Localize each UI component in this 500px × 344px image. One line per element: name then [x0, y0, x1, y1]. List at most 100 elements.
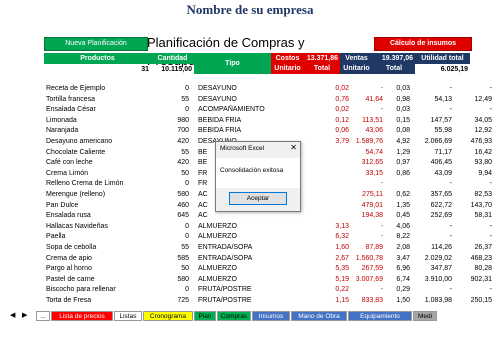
sale-unit-cell[interactable]: 4,92 — [385, 137, 412, 148]
profit-total-cell[interactable]: 58,31 — [454, 211, 494, 222]
profit-total-cell[interactable]: 143,70 — [454, 201, 494, 212]
product-name-cell[interactable]: Café con leche — [44, 158, 151, 169]
quantity-cell[interactable]: 420 — [151, 137, 193, 148]
cost-total-cell[interactable]: 267,59 — [351, 264, 385, 275]
quantity-cell[interactable]: 585 — [151, 254, 193, 265]
product-name-cell[interactable]: Relleno Crema de Limón — [44, 179, 151, 190]
quantity-cell[interactable]: 460 — [151, 201, 193, 212]
product-name-cell[interactable]: Torta de Fresa — [44, 296, 151, 307]
profit-total-cell[interactable]: 82,53 — [454, 190, 494, 201]
quantity-cell[interactable]: 0 — [151, 232, 193, 243]
cost-unit-cell[interactable] — [318, 148, 351, 159]
table-row[interactable]: Limonada 980 BEBIDA FRIA 0,12 113,51 0,15 147,… — [44, 116, 492, 127]
cost-total-cell[interactable]: - — [351, 179, 385, 190]
cost-unit-cell[interactable]: 3,79 — [318, 137, 351, 148]
profit-total-cell[interactable]: - — [454, 232, 494, 243]
cost-unit-cell[interactable]: 1,15 — [318, 296, 351, 307]
sale-unit-cell[interactable]: 3,47 — [385, 254, 412, 265]
sheet-tab[interactable]: Plan — [194, 311, 216, 321]
profit-total-cell[interactable]: - — [454, 84, 494, 95]
sale-unit-cell[interactable]: 0,29 — [385, 285, 412, 296]
quantity-cell[interactable]: 50 — [151, 169, 193, 180]
cost-unit-cell[interactable]: 2,67 — [318, 254, 351, 265]
type-cell[interactable]: BEBIDA FRIA — [196, 116, 265, 127]
sale-total-cell[interactable]: - — [412, 285, 454, 296]
sheet-tab[interactable]: ... — [36, 311, 50, 321]
table-row[interactable]: Sopa de cebolla 55 ENTRADA/SOPA 1,60 87,89 2,… — [44, 243, 492, 254]
product-name-cell[interactable]: Biscocho para rellenar — [44, 285, 151, 296]
cost-unit-cell[interactable]: 5,35 — [318, 264, 351, 275]
sale-total-cell[interactable]: 55,98 — [412, 126, 454, 137]
cost-total-cell[interactable]: 1.560,78 — [351, 254, 385, 265]
type-cell[interactable]: AC — [196, 211, 265, 222]
type-cell[interactable]: BEBIDA FRIA — [196, 126, 265, 137]
cost-unit-cell[interactable]: 0,22 — [318, 285, 351, 296]
sale-total-cell[interactable]: - — [412, 105, 454, 116]
product-name-cell[interactable]: Paella — [44, 232, 151, 243]
cost-total-cell[interactable]: - — [351, 222, 385, 233]
cost-total-cell[interactable]: 87,89 — [351, 243, 385, 254]
cost-total-cell[interactable]: 833,83 — [351, 296, 385, 307]
sale-total-cell[interactable]: 406,45 — [412, 158, 454, 169]
sheet-tab[interactable]: Mano de Obra — [291, 311, 347, 321]
sale-total-cell[interactable]: 54,13 — [412, 95, 454, 106]
cost-total-cell[interactable]: 3.007,69 — [351, 275, 385, 286]
product-name-cell[interactable]: Limonada — [44, 116, 151, 127]
sheet-tab[interactable]: Medi — [413, 311, 437, 321]
quantity-cell[interactable]: 0 — [151, 84, 193, 95]
product-name-cell[interactable]: Ensalada César — [44, 105, 151, 116]
sale-unit-cell[interactable]: 0,45 — [385, 211, 412, 222]
profit-total-cell[interactable]: 34,05 — [454, 116, 494, 127]
sale-unit-cell[interactable]: 6,96 — [385, 264, 412, 275]
sale-total-cell[interactable]: - — [412, 232, 454, 243]
cost-unit-cell[interactable] — [318, 211, 351, 222]
sale-total-cell[interactable]: 2.029,02 — [412, 254, 454, 265]
table-row[interactable]: Pastel de carne 580 ALMUERZO 5,19 3.007,69 6,… — [44, 275, 492, 286]
profit-total-cell[interactable]: 12,92 — [454, 126, 494, 137]
sale-unit-cell[interactable] — [385, 179, 412, 190]
cost-unit-cell[interactable] — [318, 179, 351, 190]
sale-unit-cell[interactable]: 6,74 — [385, 275, 412, 286]
table-row[interactable]: Pargo al horno 50 ALMUERZO 5,35 267,59 6,96 34… — [44, 264, 492, 275]
product-name-cell[interactable]: Sopa de cebolla — [44, 243, 151, 254]
profit-total-cell[interactable]: - — [454, 222, 494, 233]
product-name-cell[interactable]: Hallacas Navideñas — [44, 222, 151, 233]
quantity-cell[interactable]: 580 — [151, 275, 193, 286]
cost-unit-cell[interactable]: 1,60 — [318, 243, 351, 254]
quantity-cell[interactable]: 580 — [151, 190, 193, 201]
accept-button[interactable]: Aceptar — [229, 192, 287, 205]
sale-unit-cell[interactable]: 0,62 — [385, 190, 412, 201]
sale-unit-cell[interactable]: 0,86 — [385, 169, 412, 180]
product-name-cell[interactable]: Ensalada rusa — [44, 211, 151, 222]
sale-unit-cell[interactable]: 0,03 — [385, 105, 412, 116]
quantity-cell[interactable]: 725 — [151, 296, 193, 307]
sheet-tab[interactable]: Insumos — [252, 311, 290, 321]
quantity-cell[interactable]: 0 — [151, 105, 193, 116]
profit-total-cell[interactable]: 9,94 — [454, 169, 494, 180]
type-cell[interactable]: FRUTA/POSTRE — [196, 296, 265, 307]
sale-unit-cell[interactable]: 8,22 — [385, 232, 412, 243]
cost-unit-cell[interactable]: 0,02 — [318, 84, 351, 95]
product-name-cell[interactable]: Chocolate Caliente — [44, 148, 151, 159]
cost-unit-cell[interactable]: 3,13 — [318, 222, 351, 233]
sale-unit-cell[interactable]: 1,50 — [385, 296, 412, 307]
cost-total-cell[interactable]: 54,74 — [351, 148, 385, 159]
sale-unit-cell[interactable]: 0,97 — [385, 158, 412, 169]
type-cell[interactable]: ALMUERZO — [196, 232, 265, 243]
product-name-cell[interactable]: Tortilla francesa — [44, 95, 151, 106]
product-name-cell[interactable]: Pan Dulce — [44, 201, 151, 212]
cost-unit-cell[interactable]: 0,12 — [318, 116, 351, 127]
type-cell[interactable]: ALMUERZO — [196, 275, 265, 286]
sale-unit-cell[interactable]: 0,15 — [385, 116, 412, 127]
sheet-tab[interactable]: Cronograma — [143, 311, 193, 321]
table-row[interactable]: Crema de apio 585 ENTRADA/SOPA 2,67 1.560,78… — [44, 254, 492, 265]
product-name-cell[interactable]: Merengue (relleno) — [44, 190, 151, 201]
product-name-cell[interactable]: Receta de Ejemplo — [44, 84, 151, 95]
product-name-cell[interactable]: Pargo al horno — [44, 264, 151, 275]
cost-unit-cell[interactable]: 5,19 — [318, 275, 351, 286]
cost-unit-cell[interactable] — [318, 201, 351, 212]
type-cell[interactable]: ACOMPAÑAMIENTO — [196, 105, 265, 116]
cost-unit-cell[interactable]: 6,32 — [318, 232, 351, 243]
sale-total-cell[interactable]: 357,65 — [412, 190, 454, 201]
calc-inputs-button[interactable]: Cálculo de insumos — [374, 37, 472, 51]
